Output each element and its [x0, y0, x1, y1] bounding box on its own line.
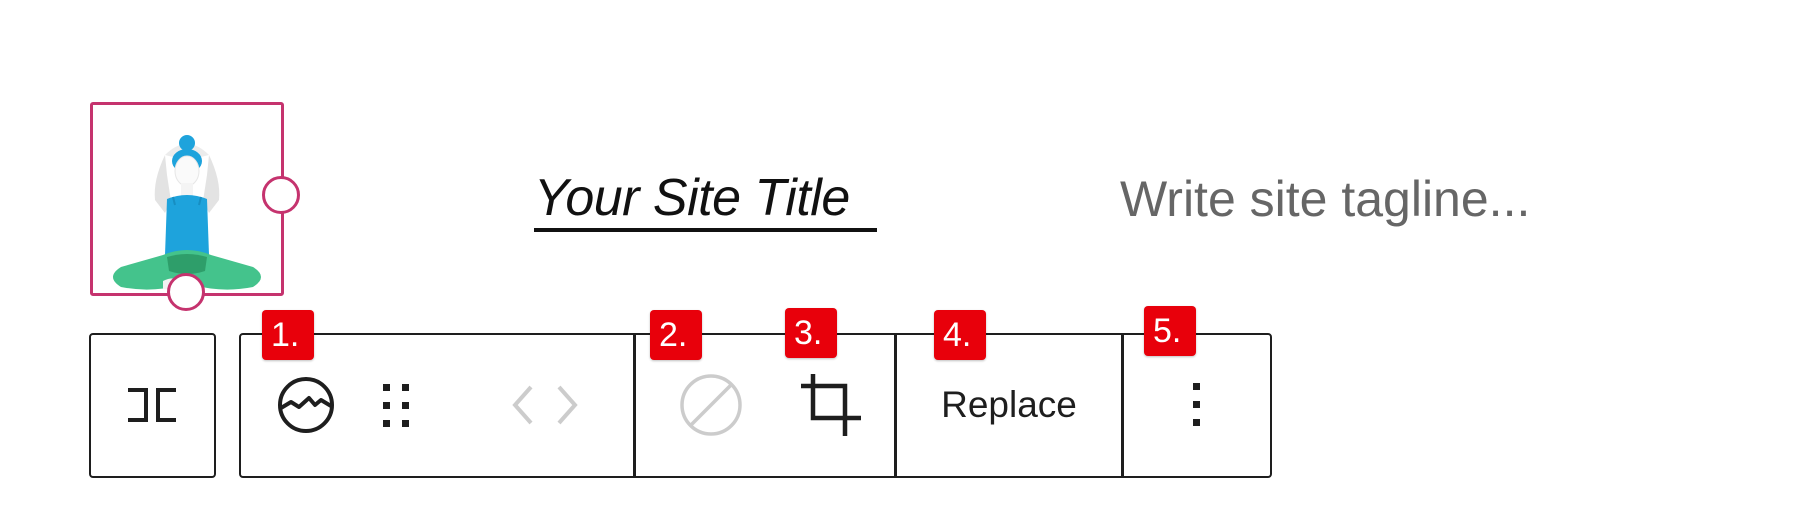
- block-transform-button[interactable]: [89, 333, 216, 478]
- crop-icon: [801, 374, 861, 436]
- transform-button[interactable]: [91, 335, 213, 475]
- site-title[interactable]: Your Site Title: [534, 168, 850, 228]
- align-icon: [128, 388, 176, 422]
- chevron-right-icon: [557, 385, 578, 425]
- resize-handle-bottom[interactable]: [167, 273, 205, 311]
- badge-2: 2.: [650, 310, 702, 360]
- drag-handle[interactable]: [371, 335, 421, 475]
- move-right-button[interactable]: [547, 335, 587, 475]
- no-entry-icon: [680, 374, 742, 436]
- replace-button[interactable]: Replace: [897, 335, 1121, 475]
- more-vertical-icon: [1192, 383, 1200, 426]
- replace-label: Replace: [941, 384, 1077, 425]
- chevron-left-icon: [512, 385, 533, 425]
- more-options-button[interactable]: [1124, 335, 1269, 475]
- block-toolbar: Replace: [239, 333, 1272, 478]
- drag-handle-icon: [383, 384, 409, 427]
- resize-handle-right[interactable]: [262, 176, 300, 214]
- site-logo[interactable]: [90, 102, 284, 296]
- badge-1: 1.: [262, 310, 314, 360]
- move-left-button[interactable]: [503, 335, 543, 475]
- site-title-underline: [534, 228, 877, 232]
- badge-4: 4.: [934, 310, 986, 360]
- badge-5: 5.: [1144, 306, 1196, 356]
- site-logo-icon: [278, 377, 334, 433]
- yoga-illustration: [113, 135, 261, 290]
- badge-3: 3.: [785, 308, 837, 358]
- site-tagline-input[interactable]: Write site tagline...: [1120, 170, 1530, 228]
- toolbar-divider: [633, 335, 636, 476]
